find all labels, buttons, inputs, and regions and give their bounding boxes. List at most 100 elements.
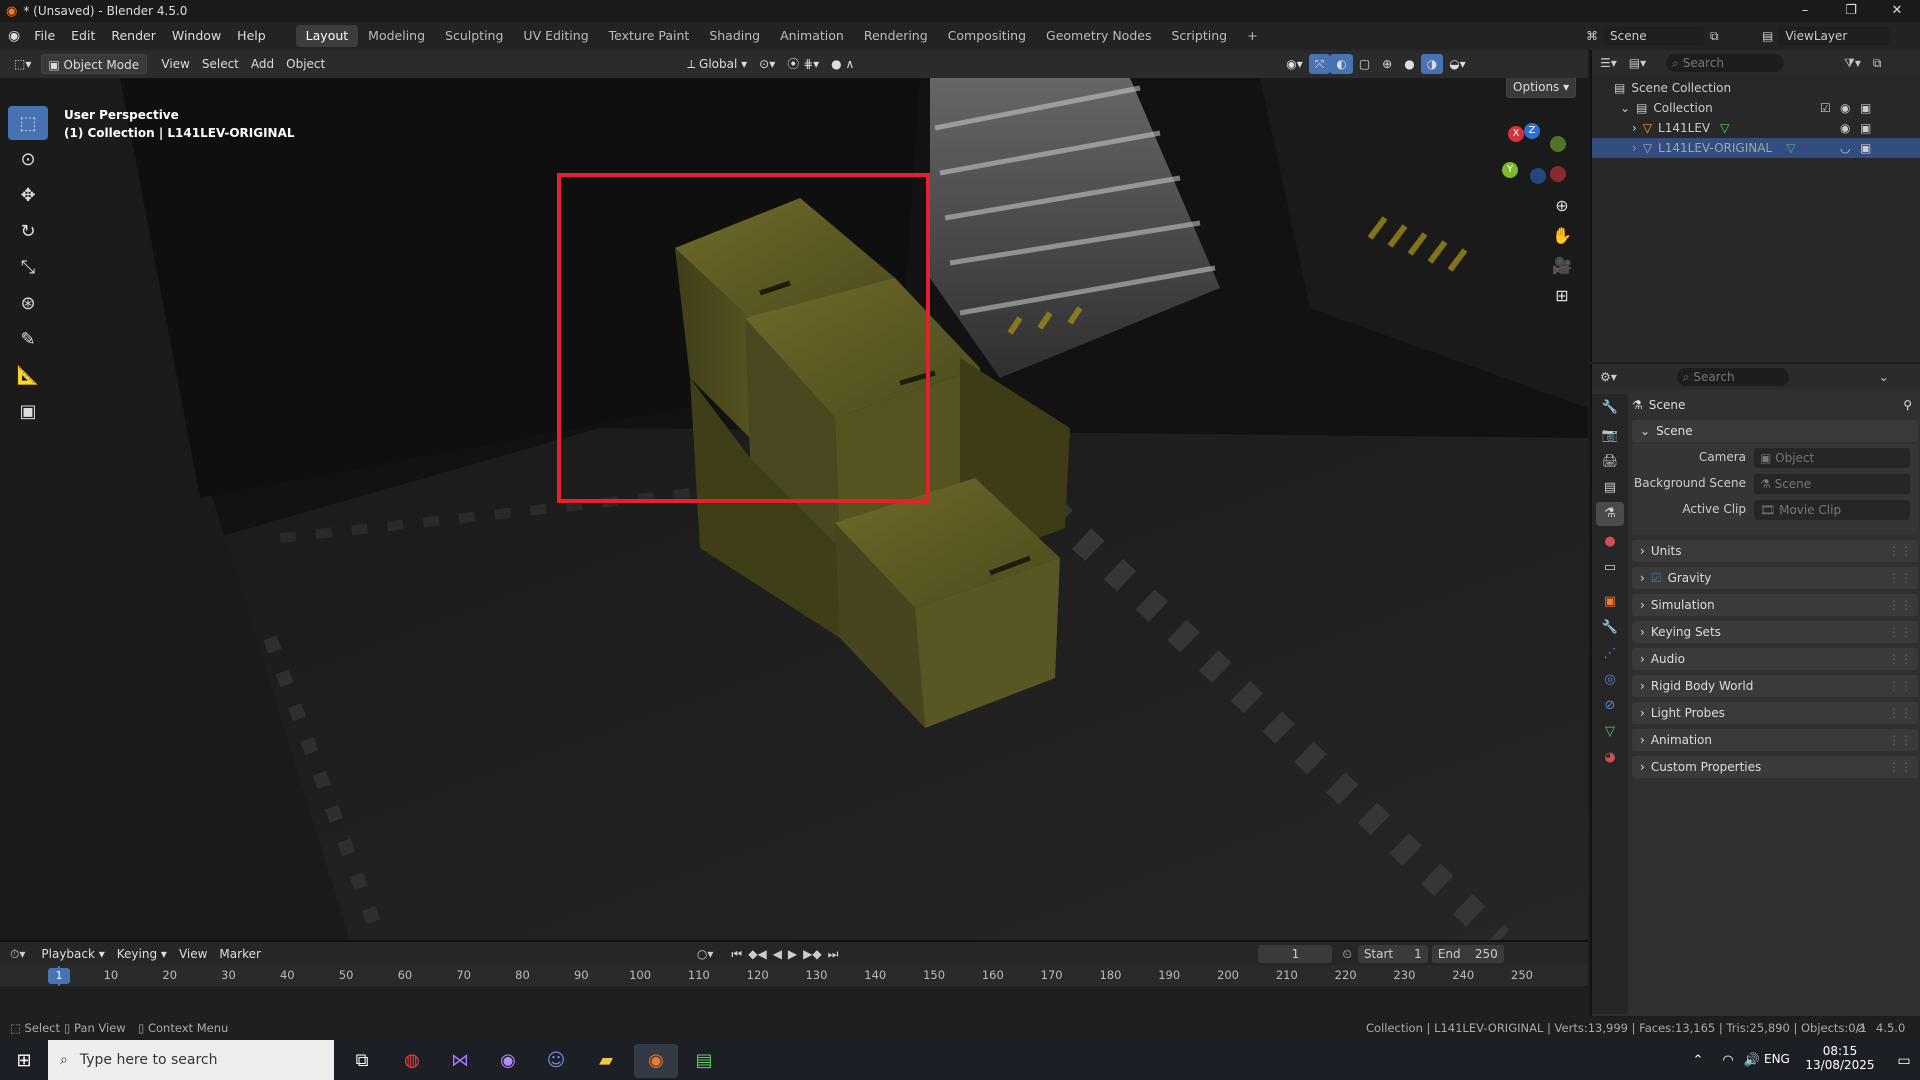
tab-shading[interactable]: Shading [699,25,770,47]
select-menu[interactable]: Select [196,54,245,74]
new-collection-icon[interactable]: ⧉ [1873,56,1882,71]
properties-options-icon[interactable]: ⌄ [1879,370,1889,384]
gravity-checkbox[interactable]: ☑ [1651,571,1662,585]
task-view-icon[interactable]: ⧉ [340,1044,384,1078]
scene-selector[interactable]: ⌘ Scene ⧉ [1586,25,1719,47]
panel-light-probes[interactable]: › Light Probes ⋮⋮ [1632,702,1918,724]
gizmo-neg-x[interactable] [1550,166,1566,182]
play-icon[interactable]: ▶ [788,947,797,961]
panel-simulation[interactable]: › Simulation ⋮⋮ [1632,594,1918,616]
scene-section-header[interactable]: ⌄ Scene [1632,420,1918,442]
options-dropdown[interactable]: Options ▾ [1506,78,1577,98]
transform-orientation-dropdown[interactable]: ⟂ Global ▾ [681,54,753,74]
pan-hand-icon[interactable]: ✋ [1548,222,1576,250]
perspective-toggle-icon[interactable]: ⊞ [1548,282,1576,310]
cursor-icon[interactable]: ⊙ [8,142,48,176]
drag-handle-icon[interactable]: ⋮⋮ [1888,733,1912,747]
menu-help[interactable]: Help [229,22,274,50]
rotate-icon[interactable]: ↻ [8,214,48,248]
gizmo-x-axis[interactable]: X [1508,126,1524,142]
keying-menu[interactable]: Keying ▾ [111,944,173,964]
preview-range-icon[interactable]: ⏲ [1342,947,1351,962]
add-cube-icon[interactable]: ▣ [8,394,48,428]
active-clip-field[interactable]: 🎞 Movie Clip [1754,500,1910,520]
display-mode-icon[interactable]: ▤▾ [1629,56,1646,70]
output-tab-icon[interactable]: 🖨 [1596,450,1624,474]
gizmo-y-axis[interactable]: Y [1502,162,1518,178]
blender-taskbar-icon[interactable]: ◉ [634,1044,678,1078]
drag-handle-icon[interactable]: ⋮⋮ [1888,571,1912,585]
drag-handle-icon[interactable]: ⋮⋮ [1888,679,1912,693]
scale-icon[interactable]: ⤡ [8,250,48,284]
render-tab-icon[interactable]: 📷 [1596,424,1624,448]
panel-rigid-body-world[interactable]: › Rigid Body World ⋮⋮ [1632,675,1918,697]
properties-search-field[interactable]: ⌕ Search [1676,368,1789,386]
modifier-tab-icon[interactable]: 🔧 [1596,616,1624,640]
object-menu[interactable]: Object [280,54,331,74]
drag-handle-icon[interactable]: ⋮⋮ [1888,706,1912,720]
playback-menu[interactable]: Playback ▾ [35,944,110,964]
snap-icon[interactable]: ⦿ ⋕▾ [781,54,825,74]
start-frame-field[interactable]: Start 1 [1357,945,1428,963]
tool-tab-icon[interactable]: 🔧 [1596,396,1624,420]
background-scene-field[interactable]: ⚗ Scene [1754,474,1910,494]
panel-animation[interactable]: › Animation ⋮⋮ [1632,729,1918,751]
object-hidden-icon[interactable]: ◡ [1840,141,1850,155]
scene-tab-icon[interactable]: ⚗ [1596,502,1624,526]
constraints-tab-icon[interactable]: ⊘ [1596,694,1624,718]
shading-solid-icon[interactable]: ● [1398,54,1420,74]
gizmo-z-axis[interactable]: Z [1524,123,1540,139]
shading-material-icon[interactable]: ◑ [1420,54,1444,74]
expand-right-icon[interactable]: › [1632,141,1637,155]
drag-handle-icon[interactable]: ⋮⋮ [1888,625,1912,639]
move-icon[interactable]: ✥ [8,178,48,212]
add-workspace-button[interactable]: + [1237,25,1267,47]
panel-custom-properties[interactable]: › Custom Properties ⋮⋮ [1632,756,1918,778]
outliner-editor-icon[interactable]: ☰▾ [1600,56,1617,70]
menu-edit[interactable]: Edit [63,22,103,50]
next-keyframe-icon[interactable]: ▶◆ [803,947,821,961]
tab-compositing[interactable]: Compositing [938,25,1036,47]
outliner-item-row-selected[interactable]: › ▽ L141LEV-ORIGINAL ▽ ◡ ▣ [1592,138,1920,158]
3d-viewport[interactable]: User Perspective (1) Collection | L141LE… [0,78,1588,940]
transform-icon[interactable]: ⊛ [8,286,48,320]
view-menu[interactable]: View [155,54,195,74]
object-eye-icon[interactable]: ◉ [1840,121,1850,135]
play-reverse-icon[interactable]: ◀ [773,947,782,961]
menu-render[interactable]: Render [103,22,164,50]
maximize-button[interactable]: ❐ [1828,0,1874,22]
timeline-editor-icon[interactable]: ⏱▾ [10,947,25,962]
drag-handle-icon[interactable]: ⋮⋮ [1888,652,1912,666]
playhead-frame-label[interactable]: 1 [48,968,70,984]
visual-studio-icon[interactable]: ⋈ [438,1044,482,1078]
select-box-icon[interactable]: ⬚ [8,106,48,140]
mode-dropdown[interactable]: ▣ Object Mode ▾ [41,54,148,92]
tab-sculpting[interactable]: Sculpting [435,25,513,47]
physics-tab-icon[interactable]: ◎ [1596,668,1624,692]
measure-icon[interactable]: 📐 [8,358,48,392]
pin-icon[interactable]: ⚲ [1903,398,1912,412]
prev-keyframe-icon[interactable]: ◆◀ [748,947,766,961]
drag-handle-icon[interactable]: ⋮⋮ [1888,598,1912,612]
proportional-edit-icon[interactable]: ● ∧ [825,54,860,74]
tab-texture-paint[interactable]: Texture Paint [599,25,700,47]
object-camera-icon[interactable]: ▣ [1860,121,1871,135]
language-indicator[interactable]: ENG [1764,1052,1790,1066]
gizmo-neg-y[interactable] [1550,136,1566,152]
autokey-icon[interactable]: ○▾ [697,947,714,961]
world-tab-icon[interactable]: ● [1596,530,1624,554]
minimize-button[interactable]: – [1782,0,1828,22]
tab-scripting[interactable]: Scripting [1161,25,1237,47]
menu-window[interactable]: Window [164,22,229,50]
marker-menu[interactable]: Marker [213,944,266,964]
notifications-icon[interactable]: ▭ [1882,1044,1920,1078]
taskbar-search-box[interactable]: ⌕ Type here to search [48,1040,334,1080]
xray-icon[interactable]: ▢ [1353,54,1376,74]
collection-eye-icon[interactable]: ◉ [1840,101,1850,115]
tab-layout[interactable]: Layout [295,25,359,47]
file-explorer-icon[interactable]: ▰ [584,1044,628,1078]
drag-handle-icon[interactable]: ⋮⋮ [1888,760,1912,774]
tab-geometry-nodes[interactable]: Geometry Nodes [1036,25,1161,47]
gizmo-neg-z[interactable] [1530,168,1546,184]
camera-field[interactable]: ▣ Object [1754,448,1910,468]
